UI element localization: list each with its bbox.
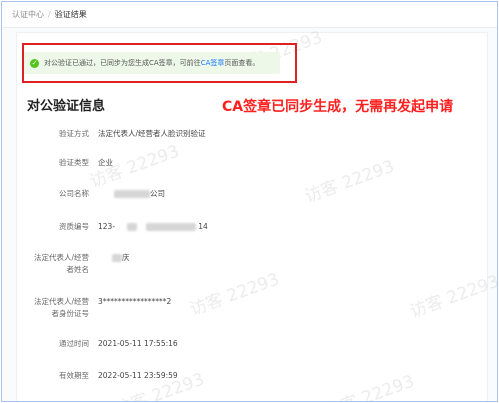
pass-time-value: 2021-05-11 17:55:16 <box>98 339 178 348</box>
qualification-label: 资质编号 <box>59 222 89 231</box>
company-value: 公司 <box>98 188 165 200</box>
legal-name-label-line1: 法定代表人/经营 <box>33 253 89 262</box>
legal-id-label-line1: 法定代表人/经营 <box>33 297 89 306</box>
legal-name-label: 法定代表人/经营 者姓名 <box>17 252 89 276</box>
valid-until-label: 有效期至 <box>59 371 89 380</box>
legal-id-value: 3*****************2 <box>98 297 172 306</box>
company-suffix: 公司 <box>150 189 165 198</box>
breadcrumb: 认证中心 / 验证结果 <box>2 2 497 28</box>
legal-id-label: 法定代表人/经营 者身份证号 <box>17 296 89 320</box>
breadcrumb-current: 验证结果 <box>54 10 87 19</box>
method-value: 法定代表人/经营者人脸识别验证 <box>98 129 206 138</box>
redacted-block <box>145 223 196 231</box>
qualification-suffix: 14 <box>198 222 208 231</box>
pass-time-label: 通过时间 <box>59 339 89 348</box>
redacted-block <box>114 190 150 198</box>
breadcrumb-separator: / <box>48 10 51 19</box>
legal-id-label-line2: 者身份证号 <box>51 309 90 318</box>
legal-name-suffix: 庆 <box>122 253 130 262</box>
company-label: 公司名称 <box>59 189 89 198</box>
legal-name-value: 庆 <box>98 252 130 264</box>
subject-type-value: 企业 <box>98 158 113 167</box>
qualification-prefix: 123- <box>98 222 116 231</box>
method-label: 验证方式 <box>59 129 89 138</box>
valid-until-value: 2022-05-11 23:59:59 <box>98 371 178 380</box>
legal-name-label-line2: 者姓名 <box>66 265 90 274</box>
subject-type-label: 验证类型 <box>59 158 89 167</box>
redacted-block <box>112 254 122 262</box>
highlight-box <box>22 43 297 83</box>
redacted-block <box>127 223 138 231</box>
section-title: 对公验证信息 <box>27 99 106 114</box>
annotation-text: CA签章已同步生成，无需再发起申请 <box>222 99 454 115</box>
qualification-value: 123- 14 <box>98 221 208 233</box>
screenshot-frame: 认证中心 / 验证结果 访客 22293 访客 22293 访客 22293 访… <box>1 1 498 402</box>
breadcrumb-parent[interactable]: 认证中心 <box>12 9 44 20</box>
